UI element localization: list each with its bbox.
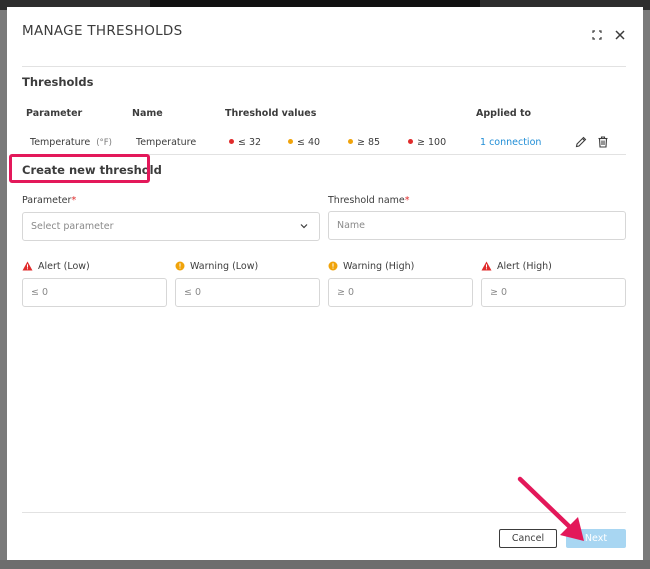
warning-circle-icon [175,261,185,270]
warning-high-input[interactable]: ≥ 0 [328,278,473,307]
required-mark: * [71,195,77,206]
dialog-title: MANAGE THRESHOLDS [22,23,183,39]
warning-circle-icon [328,261,338,270]
warning-low-value: ≤ 0 [184,287,202,298]
orange-dot-icon [288,139,293,144]
alert-low-label-text: Alert (Low) [38,261,90,272]
threshold-value-text: ≥ 85 [357,137,381,148]
alert-low-value: ≤ 0 [31,287,49,298]
threshold-value-text: ≥ 100 [417,137,447,148]
threshold-value-warning-high: ≥ 85 [348,137,380,148]
red-dot-icon [229,139,234,144]
warning-low-input[interactable]: ≤ 0 [175,278,320,307]
alert-low-label: Alert (Low) [22,261,90,272]
warning-low-label: Warning (Low) [175,261,258,272]
manage-thresholds-dialog: MANAGE THRESHOLDS Thresholds Parameter N… [7,7,643,560]
delete-trash-icon[interactable] [596,135,610,149]
threshold-value-alert-low: ≤ 32 [229,137,261,148]
alert-triangle-icon [481,261,492,270]
orange-dot-icon [348,139,353,144]
alert-triangle-icon [22,261,33,270]
alert-low-input[interactable]: ≤ 0 [22,278,167,307]
warning-high-label: Warning (High) [328,261,414,272]
column-header-name: Name [132,108,163,119]
alert-high-label-text: Alert (High) [497,261,552,272]
row-parameter-text: Temperature [30,137,91,148]
warning-low-label-text: Warning (Low) [190,261,259,272]
applied-to-link[interactable]: 1 connection [480,137,541,148]
warning-high-label-text: Warning (High) [343,261,415,272]
required-mark: * [404,195,410,206]
thresholds-section-title: Thresholds [22,75,94,89]
parameter-select[interactable]: Select parameter [22,212,320,241]
column-header-parameter: Parameter [26,108,83,119]
red-dot-icon [408,139,413,144]
threshold-name-placeholder: Name [337,220,366,231]
background-bottom [0,560,650,569]
chevron-down-icon [300,224,308,229]
threshold-value-text: ≤ 40 [297,137,321,148]
edit-pencil-icon[interactable] [574,135,588,149]
background-left [0,10,7,569]
threshold-value-text: ≤ 32 [238,137,262,148]
alert-high-value: ≥ 0 [490,287,508,298]
column-header-applied-to: Applied to [476,108,532,119]
alert-high-input[interactable]: ≥ 0 [481,278,626,307]
threshold-value-warning-low: ≤ 40 [288,137,320,148]
threshold-name-label-text: Threshold name [328,195,405,206]
parameter-label-text: Parameter [22,195,72,206]
threshold-name-input[interactable]: Name [328,211,626,240]
highlight-box [9,154,150,183]
annotation-arrow-icon [517,476,584,541]
header-divider [22,66,626,67]
parameter-label: Parameter* [22,195,76,206]
row-parameter-unit: (°F) [96,138,112,148]
threshold-name-label: Threshold name* [328,195,410,206]
background-right [643,10,650,569]
row-parameter: Temperature (°F) [30,137,112,148]
row-name: Temperature [136,137,197,148]
threshold-value-alert-high: ≥ 100 [408,137,446,148]
warning-high-value: ≥ 0 [337,287,355,298]
close-icon[interactable] [612,27,628,43]
parameter-select-placeholder: Select parameter [31,221,114,232]
expand-icon[interactable] [589,27,605,43]
alert-high-label: Alert (High) [481,261,552,272]
column-header-threshold-values: Threshold values [225,108,317,119]
